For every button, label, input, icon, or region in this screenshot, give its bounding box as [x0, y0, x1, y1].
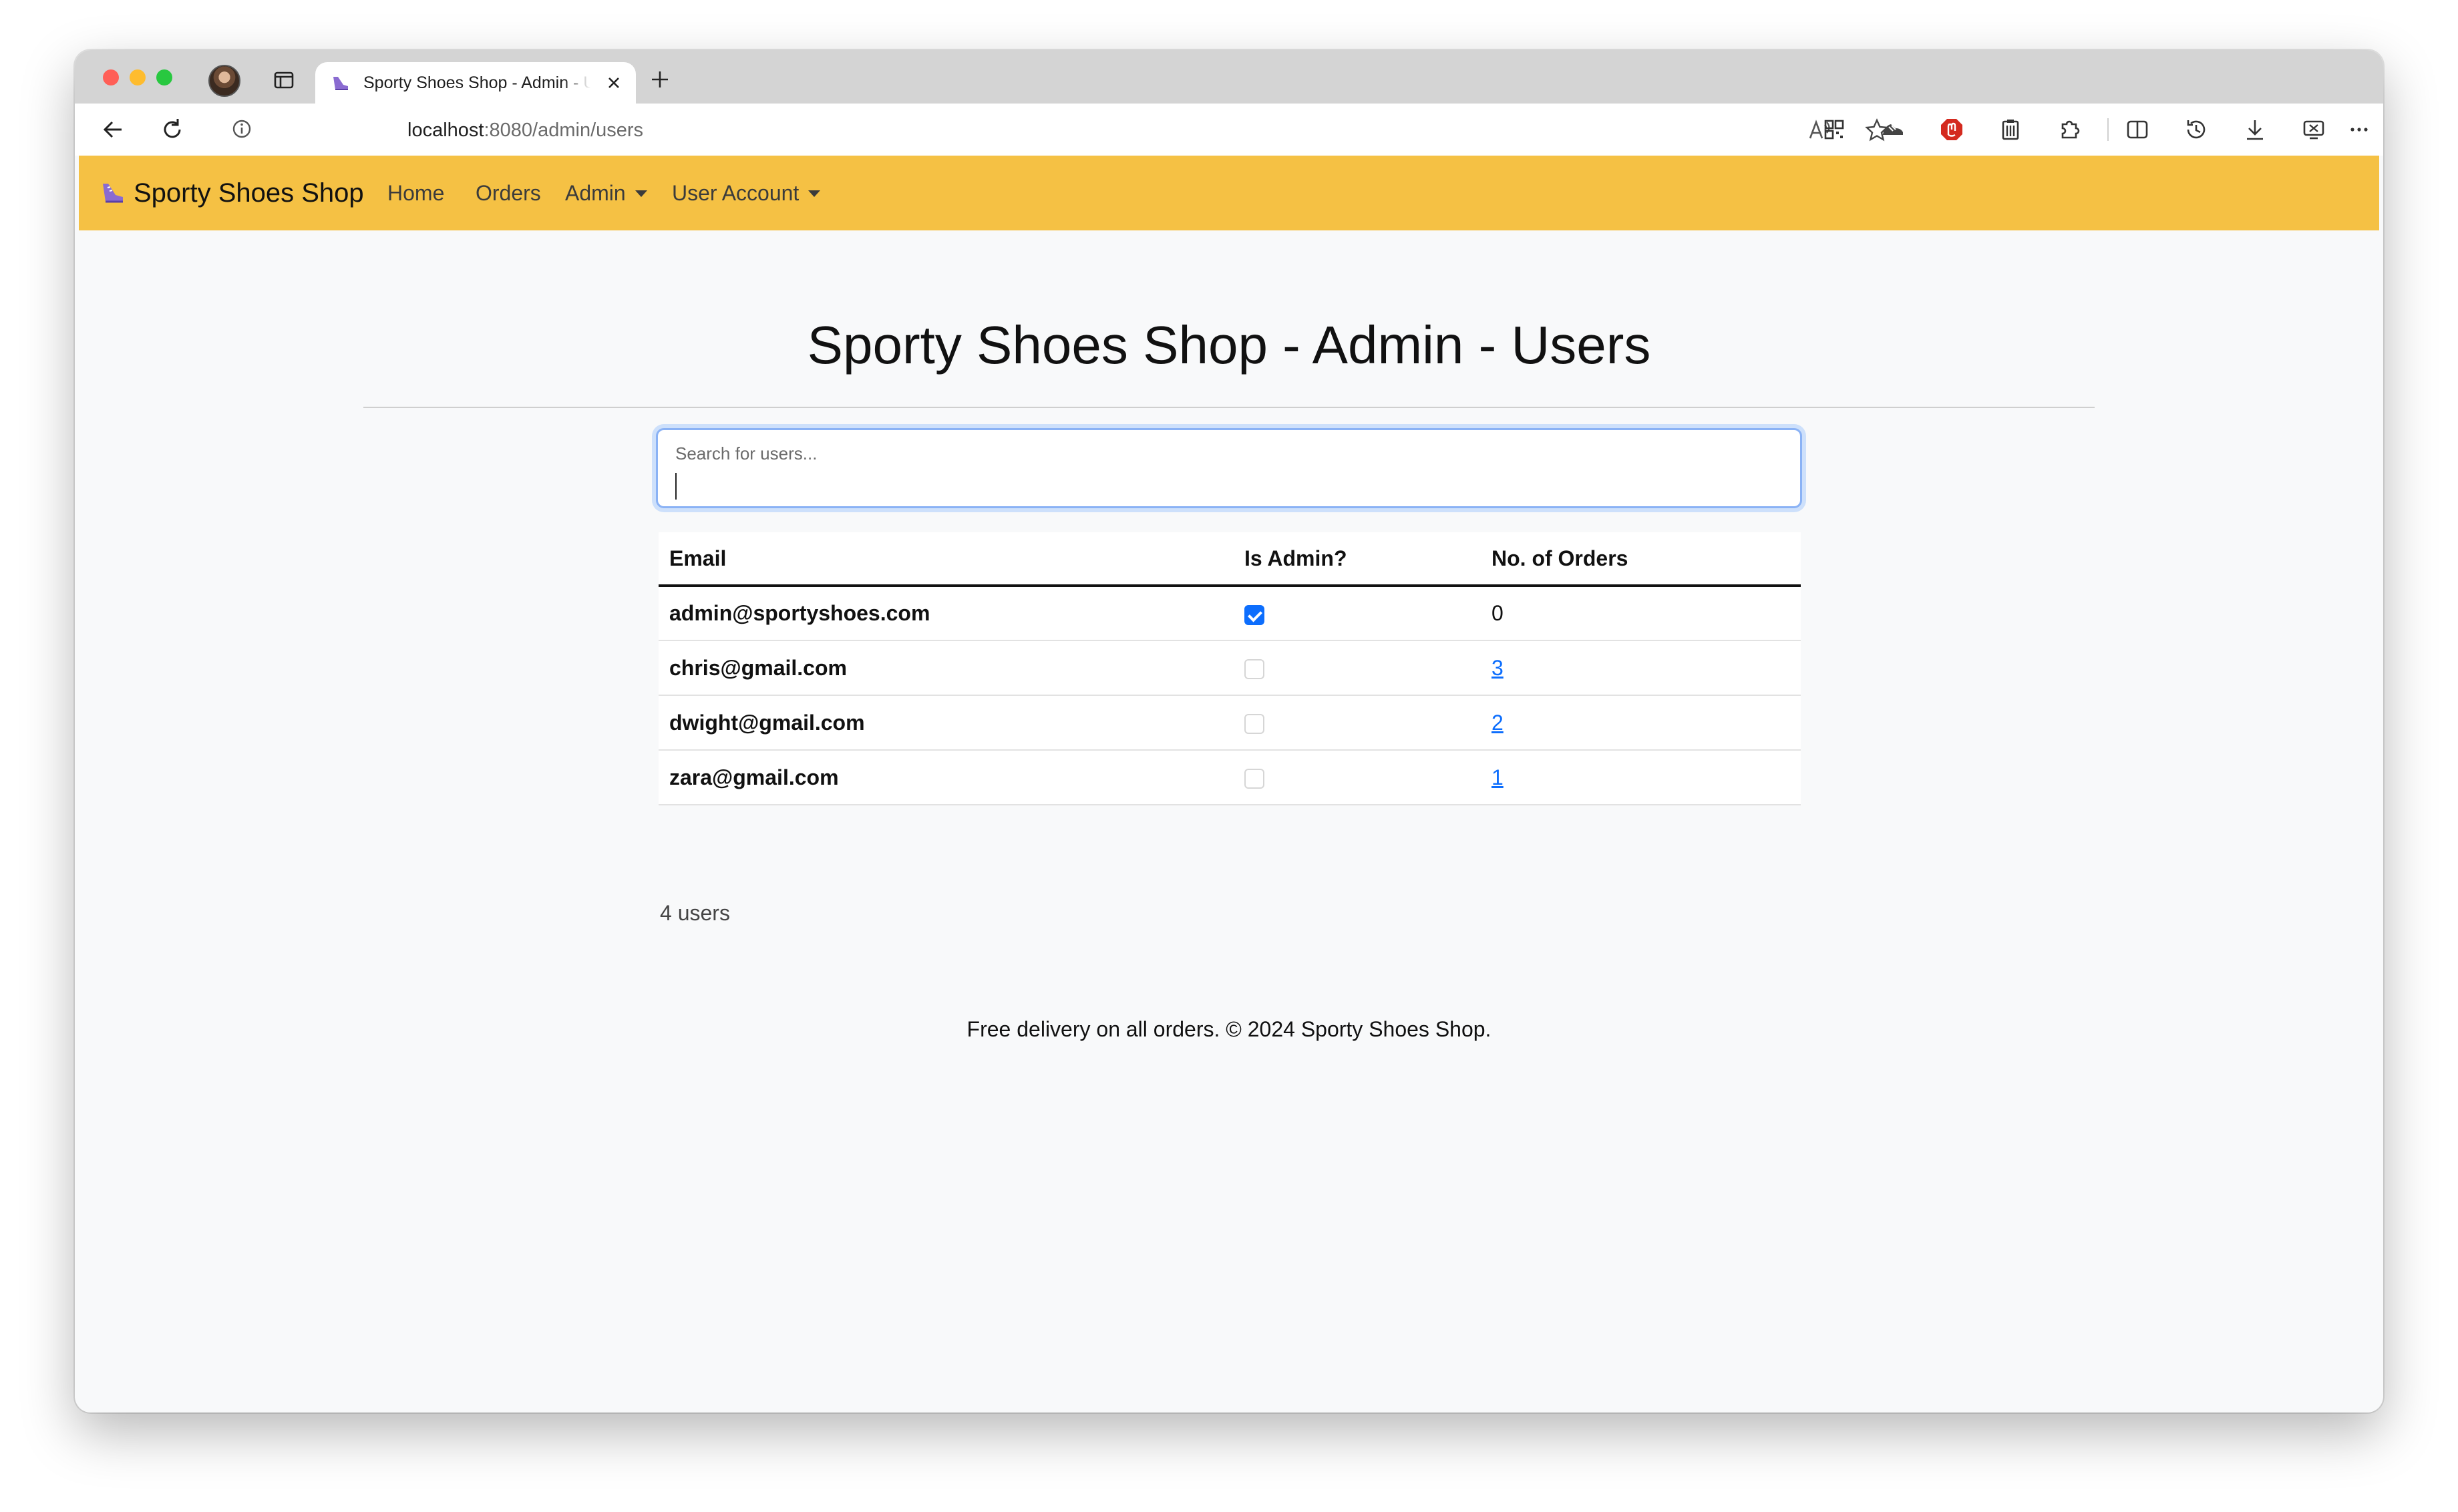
- search-input[interactable]: [673, 469, 1781, 498]
- column-header-is-admin[interactable]: Is Admin?: [1234, 532, 1481, 587]
- shoe-extension-icon[interactable]: [1880, 116, 1906, 143]
- order-count-cell: 1: [1481, 750, 1801, 805]
- table-row: zara@gmail.com 1: [659, 750, 1801, 805]
- is-admin-cell: [1234, 695, 1481, 751]
- nav-admin-label: Admin: [565, 181, 626, 205]
- table-row: chris@gmail.com 3: [659, 640, 1801, 696]
- user-email: admin@sportyshoes.com: [659, 586, 1234, 641]
- brand-name: Sporty Shoes Shop: [134, 178, 364, 208]
- extensions-icon[interactable]: [2056, 116, 2083, 143]
- order-count-cell: 3: [1481, 640, 1801, 696]
- clipboard-icon[interactable]: [1997, 116, 2024, 143]
- user-email: chris@gmail.com: [659, 640, 1234, 696]
- table-row: dwight@gmail.com 2: [659, 695, 1801, 751]
- minimize-window-button[interactable]: [130, 69, 146, 85]
- page-viewport: Sporty Shoes Shop Home Orders Admin User…: [79, 156, 2379, 1412]
- qr-code-icon[interactable]: [1821, 116, 1848, 143]
- table-row: admin@sportyshoes.com 0: [659, 586, 1801, 641]
- text-cursor: [675, 473, 677, 500]
- browser-toolbar: localhost:8080/admin/users: [75, 104, 2383, 156]
- brand-link[interactable]: Sporty Shoes Shop: [98, 176, 364, 210]
- zoom-window-button[interactable]: [156, 69, 172, 85]
- table-header-row: Email Is Admin? No. of Orders: [659, 532, 1801, 587]
- split-screen-icon[interactable]: [2124, 116, 2151, 143]
- navbar: Sporty Shoes Shop Home Orders Admin User…: [79, 156, 2379, 230]
- profile-avatar[interactable]: [208, 65, 240, 97]
- search-label: Search for users...: [675, 443, 818, 463]
- order-count-link[interactable]: 2: [1491, 711, 1504, 735]
- is-admin-cell: [1234, 586, 1481, 641]
- screenshot-icon[interactable]: [2300, 116, 2327, 143]
- order-count-link[interactable]: 1: [1491, 765, 1504, 789]
- toolbar-divider: [2107, 118, 2109, 141]
- nav-orders[interactable]: Orders: [476, 181, 541, 206]
- history-icon[interactable]: [2183, 116, 2210, 143]
- column-header-orders[interactable]: No. of Orders: [1481, 532, 1801, 587]
- page-title: Sporty Shoes Shop - Admin - Users: [807, 315, 1651, 375]
- caret-down-icon: [635, 190, 647, 197]
- url-path: :8080/admin/users: [484, 120, 644, 141]
- tab-strip: Sporty Shoes Shop - Admin - Users: [75, 50, 2383, 104]
- nav-user-account-dropdown[interactable]: User Account: [672, 181, 821, 206]
- download-icon[interactable]: [2242, 116, 2268, 143]
- user-email: dwight@gmail.com: [659, 695, 1234, 751]
- column-header-email[interactable]: Email: [659, 532, 1234, 587]
- more-icon[interactable]: [2346, 116, 2373, 143]
- is-admin-checkbox[interactable]: [1244, 769, 1264, 789]
- adblock-icon[interactable]: [1938, 116, 1965, 143]
- tab-title: Sporty Shoes Shop - Admin - Users: [363, 73, 590, 92]
- close-icon[interactable]: [604, 73, 624, 93]
- is-admin-checkbox[interactable]: [1244, 659, 1264, 680]
- footer-text: Free delivery on all orders. © 2024 Spor…: [967, 1017, 1491, 1041]
- back-arrow-icon[interactable]: [100, 116, 127, 143]
- order-count-cell: 2: [1481, 695, 1801, 751]
- browser-window: Sporty Shoes Shop - Admin - Users localh…: [75, 50, 2383, 1412]
- is-admin-cell: [1234, 640, 1481, 696]
- search-field[interactable]: Search for users...: [656, 428, 1802, 508]
- url-text[interactable]: localhost:8080/admin/users: [407, 120, 643, 142]
- caret-down-icon: [808, 190, 821, 197]
- address-bar[interactable]: localhost:8080/admin/users: [210, 108, 1889, 150]
- nav-admin-dropdown[interactable]: Admin: [565, 181, 647, 206]
- url-host: localhost: [407, 120, 484, 141]
- reload-icon[interactable]: [159, 116, 186, 143]
- order-count: 0: [1481, 586, 1801, 641]
- title-divider: [363, 407, 2095, 408]
- is-admin-cell: [1234, 750, 1481, 805]
- user-email: zara@gmail.com: [659, 750, 1234, 805]
- shoe-favicon: [333, 77, 348, 90]
- plus-icon[interactable]: [648, 67, 672, 91]
- nav-home[interactable]: Home: [387, 181, 444, 206]
- order-count-link[interactable]: 3: [1491, 656, 1504, 680]
- info-icon[interactable]: [231, 118, 252, 140]
- close-window-button[interactable]: [103, 69, 119, 85]
- tab-actions-icon[interactable]: [273, 69, 295, 91]
- users-table: Email Is Admin? No. of Orders admin@spor…: [659, 532, 1801, 805]
- nav-user-account-label: User Account: [672, 181, 800, 205]
- is-admin-checkbox[interactable]: [1244, 604, 1264, 625]
- is-admin-checkbox[interactable]: [1244, 714, 1264, 735]
- shoe-icon: [103, 184, 123, 203]
- user-count: 4 users: [660, 901, 730, 925]
- tab-active[interactable]: Sporty Shoes Shop - Admin - Users: [315, 62, 636, 104]
